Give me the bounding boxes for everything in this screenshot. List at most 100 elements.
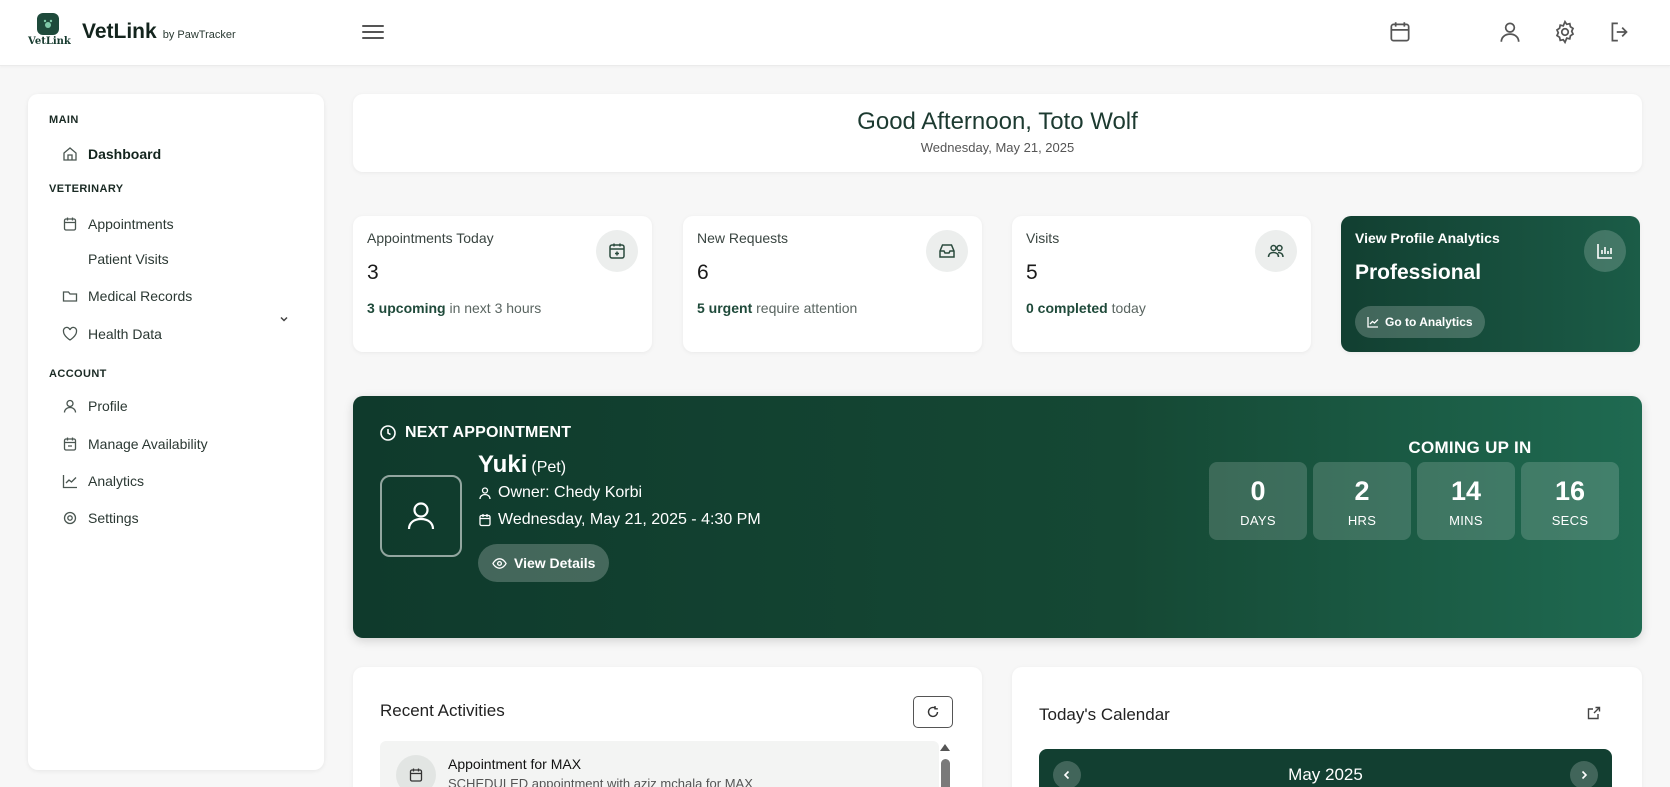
eye-icon <box>492 557 507 569</box>
stat-foot-bold: 5 urgent <box>697 300 753 316</box>
sidebar-item-label: Manage Availability <box>88 436 208 452</box>
paw-icon <box>37 13 59 35</box>
stat-card-new-requests: New Requests 6 5 urgent require attentio… <box>683 216 982 352</box>
section-label-main: MAIN <box>49 114 79 126</box>
countdown-unit: SECS <box>1551 513 1589 528</box>
recent-activities-title: Recent Activities <box>380 701 505 720</box>
calendar-icon[interactable] <box>1387 19 1413 45</box>
calendar-icon <box>479 514 491 527</box>
view-details-label: View Details <box>514 555 596 571</box>
chevron-down-icon[interactable] <box>278 313 290 325</box>
sidebar-item-label: Appointments <box>88 216 174 232</box>
pet-avatar <box>380 475 462 557</box>
section-label-account: ACCOUNT <box>49 368 107 380</box>
countdown-seconds: 16 SECS <box>1521 462 1619 540</box>
calendar-month: May 2025 <box>1288 765 1363 784</box>
refresh-icon <box>927 706 939 718</box>
sidebar-item-label: Dashboard <box>88 146 162 162</box>
countdown-minutes: 14 MINS <box>1417 462 1515 540</box>
owner-name: Owner: Chedy Korbi <box>498 484 643 501</box>
line-chart-icon <box>62 473 78 489</box>
blank-icon <box>62 251 78 267</box>
top-bar: VetLink VetLink by PawTracker <box>0 0 1670 66</box>
sidebar-item-manage-availability[interactable]: Manage Availability <box>62 436 208 452</box>
calendar-icon <box>62 216 78 232</box>
stat-value: 5 <box>1026 261 1038 284</box>
stat-footnote: 5 urgent require attention <box>697 300 857 316</box>
menu-icon[interactable] <box>360 20 386 44</box>
clock-icon <box>380 425 396 441</box>
stat-card-appointments-today: Appointments Today 3 3 upcoming in next … <box>353 216 652 352</box>
greeting-date: Wednesday, May 21, 2025 <box>920 140 1075 155</box>
stat-value: 6 <box>697 261 709 284</box>
gear-icon[interactable] <box>1552 19 1578 45</box>
calendar-icon <box>396 755 436 787</box>
user-icon <box>62 398 78 414</box>
sidebar-item-analytics[interactable]: Analytics <box>62 473 144 489</box>
pet-name-row: Yuki (Pet) <box>478 451 566 479</box>
sidebar-item-label: Profile <box>88 398 128 414</box>
stat-footnote: 3 upcoming in next 3 hours <box>367 300 541 316</box>
profile-analytics-card: View Profile Analytics Professional Go t… <box>1341 216 1640 352</box>
sidebar-item-profile[interactable]: Profile <box>62 398 128 414</box>
countdown-unit: DAYS <box>1240 513 1276 528</box>
user-icon <box>479 487 491 500</box>
app-logo[interactable]: VetLink <box>28 13 71 51</box>
section-label-veterinary: VETERINARY <box>49 183 124 195</box>
datetime-row: Wednesday, May 21, 2025 - 4:30 PM <box>478 511 761 529</box>
calendar-header: May 2025 <box>1039 749 1612 787</box>
scrollbar-thumb[interactable] <box>941 759 950 787</box>
user-icon[interactable] <box>1497 19 1523 45</box>
coming-up-title: COMING UP IN <box>1408 438 1532 457</box>
sidebar: MAIN Dashboard VETERINARY Appointments P… <box>28 94 324 770</box>
go-to-analytics-label: Go to Analytics <box>1385 315 1473 329</box>
countdown-hours: 2 HRS <box>1313 462 1411 540</box>
brand: VetLink by PawTracker <box>82 20 236 44</box>
sidebar-item-settings[interactable]: Settings <box>62 510 139 526</box>
view-details-button[interactable]: View Details <box>478 544 610 582</box>
stat-foot-bold: 3 upcoming <box>367 300 446 316</box>
activity-title: Appointment for MAX <box>448 756 582 772</box>
heart-icon <box>62 326 78 342</box>
calendar-title: Today's Calendar <box>1039 705 1170 724</box>
pet-name: Yuki <box>478 451 528 478</box>
brand-subtitle: by PawTracker <box>162 29 236 41</box>
bar-chart-icon <box>1584 230 1626 272</box>
logout-icon[interactable] <box>1607 19 1633 45</box>
stat-foot-rest: today <box>1107 300 1146 316</box>
line-chart-icon <box>1367 317 1379 328</box>
chevron-right-icon[interactable] <box>1570 761 1598 787</box>
stat-footnote: 0 completed today <box>1026 300 1146 316</box>
list-item[interactable]: Appointment for MAX SCHEDULED appointmen… <box>380 741 939 787</box>
external-link-icon[interactable] <box>1586 705 1602 721</box>
refresh-button[interactable] <box>913 696 953 728</box>
stat-label: Appointments Today <box>367 230 494 246</box>
sidebar-item-appointments[interactable]: Appointments <box>62 216 174 232</box>
sidebar-item-label: Settings <box>88 510 139 526</box>
users-icon <box>1255 230 1297 272</box>
user-icon <box>407 502 435 530</box>
countdown-value: 0 <box>1250 476 1266 506</box>
calendar-add-icon <box>596 230 638 272</box>
next-appointment-header: NEXT APPOINTMENT <box>379 424 571 442</box>
countdown-value: 14 <box>1450 476 1482 506</box>
next-appointment-card: NEXT APPOINTMENT Yuki (Pet) Owner: Chedy … <box>353 396 1642 638</box>
inbox-icon <box>926 230 968 272</box>
next-appointment-title: NEXT APPOINTMENT <box>405 424 572 441</box>
countdown-value: 16 <box>1554 476 1586 506</box>
sidebar-item-dashboard[interactable]: Dashboard <box>62 146 161 162</box>
go-to-analytics-button[interactable]: Go to Analytics <box>1355 306 1485 338</box>
stat-label: New Requests <box>697 230 789 246</box>
stat-label: Visits <box>1026 230 1060 246</box>
profile-tier: Professional <box>1355 261 1482 284</box>
sidebar-item-health-data[interactable]: Health Data <box>62 326 162 342</box>
activity-subtitle: SCHEDULED appointment with aziz mchala f… <box>448 776 753 787</box>
calendar-check-icon <box>62 436 78 452</box>
greeting-card: Good Afternoon, Toto Wolf Wednesday, May… <box>353 94 1642 172</box>
sidebar-item-medical-records[interactable]: Medical Records <box>62 288 192 304</box>
stat-foot-rest: in next 3 hours <box>445 300 542 316</box>
sidebar-item-label: Medical Records <box>88 288 193 304</box>
sidebar-item-patient-visits[interactable]: Patient Visits <box>62 251 169 267</box>
scroll-up-arrow-icon[interactable] <box>940 744 950 751</box>
stat-card-visits: Visits 5 0 completed today <box>1012 216 1311 352</box>
